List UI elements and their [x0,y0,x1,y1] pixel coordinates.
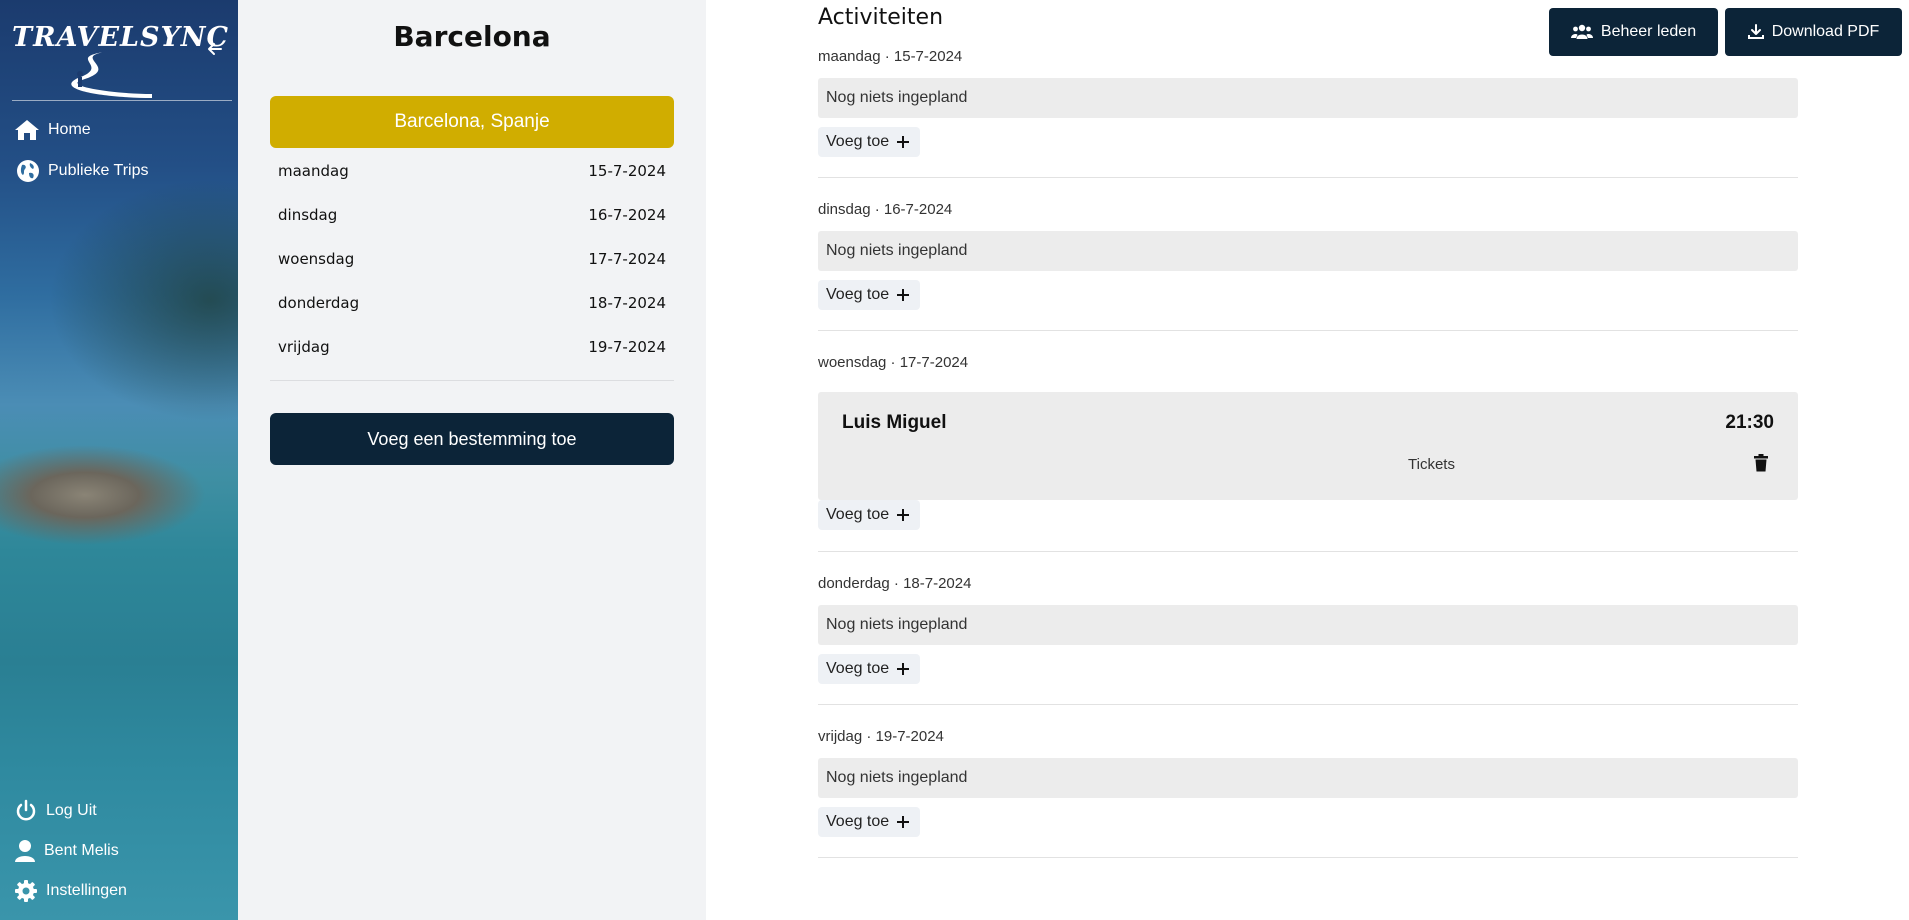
nav-item-public-trips[interactable]: Publieke Trips [16,159,149,183]
divider [818,177,1798,178]
nav-label: Bent Melis [44,842,119,859]
nav-item-logout[interactable]: Log Uit [14,799,97,823]
manage-members-label: Beheer leden [1600,23,1697,40]
day-row[interactable]: vrijdag 19-7-2024 [278,338,666,356]
app-logo[interactable]: TRAVELSYNC [12,22,228,98]
gear-icon [15,880,37,902]
day-section: woensdag · 17-7-2024 Luis Miguel 21:30 T… [818,354,1798,554]
divider [818,330,1798,331]
day-date: 15-7-2024 [588,162,666,180]
plus-icon [897,663,910,675]
activities-title: Activiteiten [818,5,944,30]
sidebar: TRAVELSYNC Home Publieke Trips Log Uit B… [0,0,238,920]
arrow-left-icon [208,43,222,55]
add-label: Voeg toe [826,813,890,830]
collapse-sidebar-button[interactable] [204,38,226,60]
activity-time: 21:30 [1725,412,1774,433]
add-activity-button[interactable]: Voeg toe [818,127,920,157]
day-date: 17-7-2024 [588,250,666,268]
activity-name: Luis Miguel [842,412,947,433]
add-label: Voeg toe [826,133,890,150]
add-label: Voeg toe [826,660,890,677]
empty-placeholder: Nog niets ingepland [818,78,1798,118]
add-activity-button[interactable]: Voeg toe [818,807,920,837]
power-icon [16,799,36,821]
day-header: vrijdag · 19-7-2024 [818,728,944,745]
nav-item-settings[interactable]: Instellingen [14,879,127,903]
globe-icon [17,160,39,182]
users-icon [1570,24,1593,39]
logo-text: TRAVELSYNC [12,22,229,53]
divider [818,704,1798,705]
trip-title: Barcelona [393,20,551,53]
add-label: Voeg toe [826,286,890,303]
day-row[interactable]: donderdag 18-7-2024 [278,294,666,312]
nav-item-home[interactable]: Home [14,118,91,142]
activity-card[interactable]: Luis Miguel 21:30 Tickets [818,392,1798,500]
add-activity-button[interactable]: Voeg toe [818,500,920,530]
nav-label: Instellingen [46,882,127,899]
user-icon [15,840,35,862]
day-name: vrijdag [278,338,330,356]
activities-panel: Activiteiten Beheer leden Download PDF m… [706,0,1909,920]
day-name: woensdag [278,250,355,268]
day-section: dinsdag · 16-7-2024 Nog niets ingepland … [818,201,1798,331]
download-icon [1747,24,1764,39]
day-date: 18-7-2024 [588,294,666,312]
divider [270,380,674,381]
nav-label: Log Uit [46,802,97,819]
empty-placeholder: Nog niets ingepland [818,758,1798,798]
day-header: maandag · 15-7-2024 [818,48,963,65]
empty-placeholder: Nog niets ingepland [818,231,1798,271]
day-section: donderdag · 18-7-2024 Nog niets ingeplan… [818,575,1798,705]
add-activity-button[interactable]: Voeg toe [818,280,920,310]
day-section: vrijdag · 19-7-2024 Nog niets ingepland … [818,728,1798,858]
tickets-link[interactable]: Tickets [1408,456,1455,473]
nav-label: Publieke Trips [48,162,149,179]
home-icon [15,120,39,140]
day-name: maandag [278,162,349,180]
sidebar-divider [12,100,232,101]
logo-road-icon [71,52,152,98]
nav-item-profile[interactable]: Bent Melis [14,839,119,863]
divider [818,857,1798,858]
plus-icon [897,136,910,148]
plus-icon [897,816,910,828]
plus-icon [897,289,910,301]
trash-icon[interactable] [1754,454,1768,472]
download-pdf-label: Download PDF [1771,23,1880,40]
divider [818,551,1798,552]
day-name: donderdag [278,294,360,312]
day-row[interactable]: dinsdag 16-7-2024 [278,206,666,224]
day-date: 16-7-2024 [588,206,666,224]
plus-icon [897,509,910,521]
day-section: maandag · 15-7-2024 Nog niets ingepland … [818,48,1798,178]
destination-button[interactable]: Barcelona, Spanje [270,96,674,148]
trip-panel: Barcelona Barcelona, Spanje maandag 15-7… [238,0,706,920]
day-row[interactable]: woensdag 17-7-2024 [278,250,666,268]
add-destination-button[interactable]: Voeg een bestemming toe [270,413,674,465]
add-label: Voeg toe [826,506,890,523]
day-header: woensdag · 17-7-2024 [818,354,969,371]
empty-placeholder: Nog niets ingepland [818,605,1798,645]
add-activity-button[interactable]: Voeg toe [818,654,920,684]
day-header: donderdag · 18-7-2024 [818,575,972,592]
day-name: dinsdag [278,206,338,224]
day-header: dinsdag · 16-7-2024 [818,201,953,218]
nav-label: Home [48,121,91,138]
day-date: 19-7-2024 [588,338,666,356]
day-row[interactable]: maandag 15-7-2024 [278,162,666,180]
